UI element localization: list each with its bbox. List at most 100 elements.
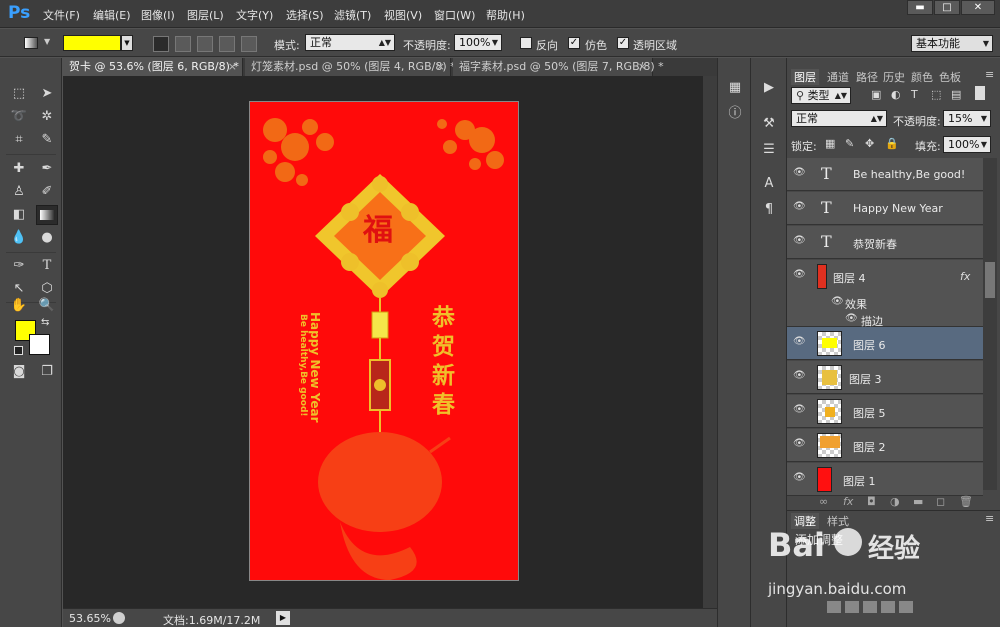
layers-scroll-thumb[interactable] xyxy=(985,262,995,298)
eyedropper-icon[interactable]: ✎ xyxy=(36,130,58,150)
visibility-eye-icon[interactable]: 👁 xyxy=(793,236,806,246)
workspace-select[interactable]: 基本功能 ▼ xyxy=(911,35,993,52)
reflected-gradient-button[interactable] xyxy=(219,36,235,52)
zoom-tool-icon[interactable]: 🔍 xyxy=(36,296,58,316)
menu-layer[interactable]: 图层(L) xyxy=(187,7,224,23)
tab-channels[interactable]: 通道 xyxy=(827,69,849,85)
visibility-eye-icon[interactable]: 👁 xyxy=(793,168,806,178)
layers-scrollbar[interactable] xyxy=(983,158,997,490)
visibility-eye-icon[interactable]: 👁 xyxy=(793,405,806,415)
layer-row[interactable]: 👁 T Be healthy,Be good! xyxy=(787,158,983,191)
hand-tool-icon[interactable]: ✋ xyxy=(8,296,30,316)
close-button[interactable]: ✕ xyxy=(961,0,995,15)
panel-menu-icon[interactable]: ≡ xyxy=(985,68,994,81)
gradient-tool-icon[interactable] xyxy=(36,205,58,225)
delete-layer-icon[interactable]: 🗑 xyxy=(959,495,973,508)
background-color-swatch[interactable] xyxy=(29,334,50,355)
tab-swatches[interactable]: 色板 xyxy=(939,69,961,85)
lock-pixels-icon[interactable]: ✎ xyxy=(845,137,854,150)
layer-row[interactable]: 👁 图层 1 xyxy=(787,463,983,496)
status-menu-arrow[interactable]: ▶ xyxy=(276,611,290,625)
diamond-gradient-button[interactable] xyxy=(241,36,257,52)
tab-paths[interactable]: 路径 xyxy=(856,69,878,85)
quick-mask-icon[interactable]: ◙ xyxy=(8,362,30,382)
canvas-scrollbar[interactable] xyxy=(703,76,717,608)
tab-card[interactable]: 贺卡 @ 53.6% (图层 6, RGB/8) * × xyxy=(63,58,243,76)
fill-input[interactable]: 100% ▼ xyxy=(943,136,991,153)
pen-tool-icon[interactable]: ✑ xyxy=(8,256,30,276)
layer-row[interactable]: 👁 T Happy New Year xyxy=(787,192,983,225)
layer-row[interactable]: 👁 图层 2 xyxy=(787,429,983,462)
filter-smart-icon[interactable]: ▤ xyxy=(951,88,961,101)
tab-color[interactable]: 颜色 xyxy=(911,69,933,85)
visibility-eye-icon[interactable]: 👁 xyxy=(793,202,806,212)
add-style-icon[interactable]: fx xyxy=(843,495,853,508)
menu-window[interactable]: 窗口(W) xyxy=(434,7,475,23)
screen-mode-icon[interactable]: ❐ xyxy=(36,362,58,382)
lock-all-icon[interactable]: 🔒 xyxy=(885,137,899,150)
paragraph-panel-icon[interactable]: ¶ xyxy=(758,200,780,220)
actions-play-icon[interactable]: ▶ xyxy=(758,78,780,98)
gradient-swatch[interactable] xyxy=(63,35,121,51)
layer-row[interactable]: 👁 图层 5 xyxy=(787,395,983,428)
menu-help[interactable]: 帮助(H) xyxy=(486,7,525,23)
character-panel-icon[interactable]: A xyxy=(758,174,780,194)
opacity-input[interactable]: 100% ▼ xyxy=(454,34,502,51)
transparency-checkbox[interactable]: ✓ xyxy=(617,37,629,49)
info-panel-icon[interactable]: ⓘ xyxy=(724,104,746,124)
crop-tool-icon[interactable]: ⌗ xyxy=(8,130,30,150)
visibility-eye-icon[interactable]: 👁 xyxy=(793,439,806,449)
visibility-eye-icon[interactable]: 👁 xyxy=(793,337,806,347)
default-colors-icon[interactable] xyxy=(14,346,23,355)
layer-filter-select[interactable]: ⚲ 类型 ▲▼ xyxy=(791,87,851,104)
tab-close-icon[interactable]: × xyxy=(228,58,237,75)
visibility-eye-icon[interactable]: 👁 xyxy=(793,270,806,280)
menu-image[interactable]: 图像(I) xyxy=(141,7,175,23)
maximize-button[interactable]: □ xyxy=(934,0,960,15)
lasso-tool-icon[interactable]: ➰ xyxy=(8,107,30,127)
menu-edit[interactable]: 编辑(E) xyxy=(93,7,131,23)
menu-view[interactable]: 视图(V) xyxy=(384,7,422,23)
dodge-tool-icon[interactable]: ● xyxy=(36,228,58,248)
history-panel-icon[interactable]: ▦ xyxy=(724,78,746,98)
magic-wand-icon[interactable]: ✲ xyxy=(36,107,58,127)
tab-history[interactable]: 历史 xyxy=(883,69,905,85)
layer-opacity-input[interactable]: 15% ▼ xyxy=(943,110,991,127)
filter-toggle[interactable] xyxy=(975,86,985,100)
new-group-icon[interactable]: ▬ xyxy=(913,495,923,508)
link-layers-icon[interactable]: ∞ xyxy=(819,495,828,508)
brush-presets-icon[interactable]: ⚒ xyxy=(758,114,780,134)
filter-pixel-icon[interactable]: ▣ xyxy=(871,88,881,101)
new-layer-icon[interactable]: ◻ xyxy=(936,495,945,508)
filter-adjust-icon[interactable]: ◐ xyxy=(891,88,901,101)
greeting-card-canvas[interactable]: 福 Happy New Year Be healthy,Be good! 恭 贺… xyxy=(249,101,519,581)
chevron-down-icon[interactable]: ▼ xyxy=(44,37,50,46)
angle-gradient-button[interactable] xyxy=(197,36,213,52)
menu-type[interactable]: 文字(Y) xyxy=(236,7,273,23)
type-tool-icon[interactable]: T xyxy=(36,256,58,276)
tab-lantern[interactable]: 灯笼素材.psd @ 50% (图层 4, RGB/8) * × xyxy=(245,58,456,76)
minimize-button[interactable]: ▬ xyxy=(907,0,933,15)
tab-layers[interactable]: 图层 xyxy=(791,69,819,85)
move-tool-icon[interactable]: ➤ xyxy=(36,84,58,104)
menu-file[interactable]: 文件(F) xyxy=(43,7,80,23)
filter-type-icon[interactable]: T xyxy=(911,88,918,101)
lock-position-icon[interactable]: ✥ xyxy=(865,137,874,150)
brush-tool-icon[interactable]: ✒ xyxy=(36,159,58,179)
filter-shape-icon[interactable]: ⬚ xyxy=(931,88,941,101)
menu-filter[interactable]: 滤镜(T) xyxy=(334,7,371,23)
effect-eye-icon[interactable]: 👁 xyxy=(845,313,858,324)
marquee-tool-icon[interactable]: ⬚ xyxy=(8,84,30,104)
mode-select[interactable]: 正常 ▲▼ xyxy=(305,34,395,51)
effects-eye-icon[interactable]: 👁 xyxy=(831,296,844,307)
reverse-checkbox[interactable] xyxy=(520,37,532,49)
status-info-icon[interactable] xyxy=(113,612,125,624)
layer-row-selected[interactable]: 👁 图层 6 xyxy=(787,327,983,360)
lock-transparent-icon[interactable]: ▦ xyxy=(825,137,835,150)
layer-row[interactable]: 👁 图层 3 xyxy=(787,361,983,394)
new-adjustment-icon[interactable]: ◑ xyxy=(890,495,900,508)
blur-tool-icon[interactable]: 💧 xyxy=(8,228,30,248)
blend-mode-select[interactable]: 正常 ▲▼ xyxy=(791,110,887,127)
history-brush-icon[interactable]: ✐ xyxy=(36,182,58,202)
fx-badge[interactable]: fx xyxy=(960,270,970,283)
